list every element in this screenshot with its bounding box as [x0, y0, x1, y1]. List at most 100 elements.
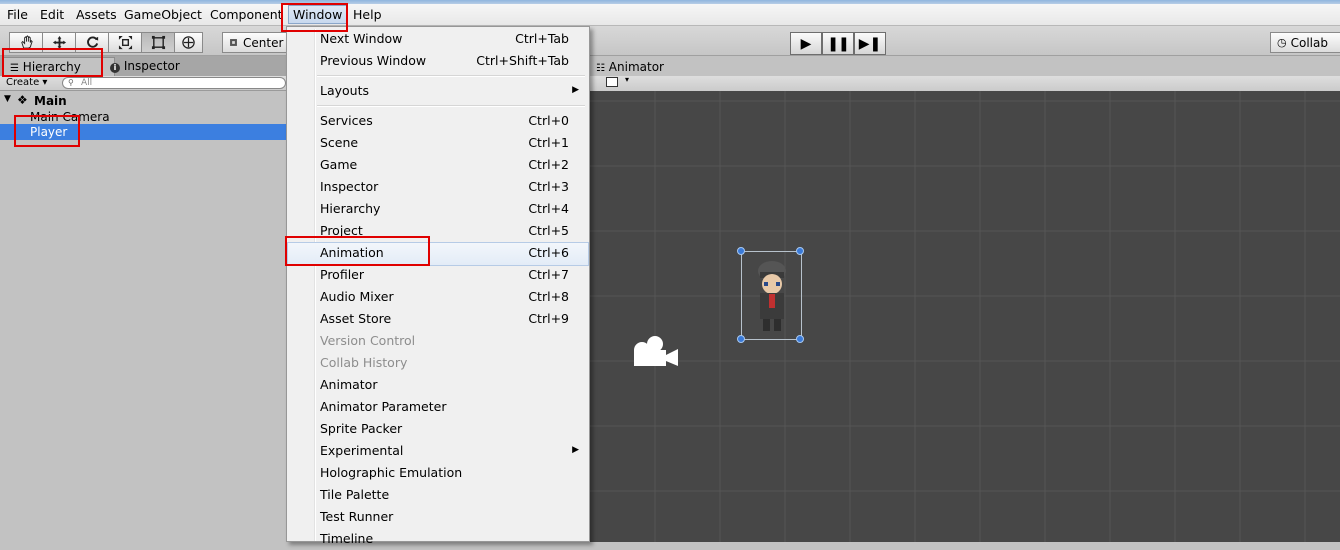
menu-item-label: Test Runner — [320, 509, 394, 524]
menu-item-timeline[interactable]: Timeline — [287, 528, 589, 550]
menu-item-shortcut: Ctrl+4 — [528, 201, 569, 216]
menu-item-layouts[interactable]: Layouts ▶ — [287, 80, 589, 102]
menu-item-label: Timeline — [320, 531, 374, 546]
scene-name: Main — [34, 94, 67, 108]
annotation-window-menu — [281, 3, 348, 32]
expand-arrow-icon[interactable]: ▼ — [4, 94, 11, 104]
menu-item-label: Asset Store — [320, 311, 392, 326]
menu-item-shortcut: Ctrl+7 — [528, 267, 569, 282]
menu-assets[interactable]: Assets — [76, 7, 117, 22]
menu-item-shortcut: Ctrl+9 — [528, 311, 569, 326]
menu-item-scene[interactable]: Scene Ctrl+1 — [287, 132, 589, 154]
collab-label: Collab — [1290, 35, 1328, 50]
menu-item-services[interactable]: Services Ctrl+0 — [287, 110, 589, 132]
menu-item-label: Profiler — [320, 267, 365, 282]
dropdown-arrow-icon[interactable]: ▾ — [625, 75, 629, 84]
annotation-hierarchy-tab — [2, 48, 103, 77]
search-placeholder: All — [81, 78, 93, 88]
menu-gameobject[interactable]: GameObject — [124, 7, 202, 22]
menu-item-tile-palette[interactable]: Tile Palette — [287, 484, 589, 506]
collab-button[interactable]: ◷ Collab — [1270, 32, 1340, 53]
menu-item-label: Inspector — [320, 179, 379, 194]
rect-icon — [151, 35, 165, 50]
menu-item-version-control: Version Control — [287, 330, 589, 352]
menu-item-label: Audio Mixer — [320, 289, 394, 304]
create-label: Create — [6, 77, 40, 88]
menu-item-animator-parameter[interactable]: Animator Parameter — [287, 396, 589, 418]
menu-item-shortcut: Ctrl+Tab — [515, 31, 569, 46]
play-button[interactable]: ▶ — [790, 32, 822, 55]
menu-item-sprite-packer[interactable]: Sprite Packer — [287, 418, 589, 440]
tab-inspector-label: Inspector — [123, 59, 180, 73]
menu-item-inspector[interactable]: Inspector Ctrl+3 — [287, 176, 589, 198]
menu-item-label: Version Control — [320, 333, 416, 348]
pivot-center-toggle[interactable]: Center — [222, 32, 293, 53]
menu-help[interactable]: Help — [353, 7, 382, 22]
menu-item-shortcut: Ctrl+Shift+Tab — [476, 53, 569, 68]
pause-icon: ❚❚ — [827, 35, 849, 52]
pivot-label: Center — [243, 35, 284, 50]
step-icon: ▶❚ — [858, 35, 882, 52]
menu-edit[interactable]: Edit — [40, 7, 64, 22]
camera-gizmo-icon[interactable] — [630, 333, 682, 373]
annotation-player-item — [14, 115, 80, 147]
menu-file[interactable]: File — [7, 7, 28, 22]
menu-item-holographic-emulation[interactable]: Holographic Emulation — [287, 462, 589, 484]
scene-panel-header: ☷ Animator ▾ — [590, 56, 1340, 92]
menu-item-experimental[interactable]: Experimental ▶ — [287, 440, 589, 462]
pivot-icon — [230, 39, 237, 46]
create-dropdown[interactable]: Create ▾ — [6, 77, 47, 88]
menu-item-label: Layouts — [320, 83, 370, 98]
menu-item-label: Next Window — [320, 31, 403, 46]
image-icon[interactable] — [606, 77, 618, 87]
menu-item-asset-store[interactable]: Asset Store Ctrl+9 — [287, 308, 589, 330]
menu-item-label: Scene — [320, 135, 359, 150]
collab-icon: ◷ — [1277, 36, 1287, 49]
menu-component[interactable]: Component — [210, 7, 283, 22]
handle-bottom-left[interactable] — [737, 335, 745, 343]
menu-item-label: Tile Palette — [320, 487, 390, 502]
play-icon: ▶ — [800, 35, 812, 52]
menu-item-label: Collab History — [320, 355, 408, 370]
submenu-arrow-icon: ▶ — [572, 85, 579, 95]
handle-top-left[interactable] — [737, 247, 745, 255]
rect-tool-button[interactable] — [141, 32, 175, 53]
player-sprite-selection[interactable] — [741, 251, 802, 340]
menu-item-animator[interactable]: Animator — [287, 374, 589, 396]
menu-item-label: Animator — [320, 377, 378, 392]
menu-item-previous-window[interactable]: Previous Window Ctrl+Shift+Tab — [287, 50, 589, 72]
animator-icon: ☷ — [596, 63, 605, 74]
menu-item-hierarchy[interactable]: Hierarchy Ctrl+4 — [287, 198, 589, 220]
menu-item-label: Game — [320, 157, 358, 172]
menu-item-label: Hierarchy — [320, 201, 381, 216]
hierarchy-search-input[interactable]: ⚲ All — [62, 77, 286, 89]
scene-view[interactable] — [590, 91, 1340, 542]
scene-toolstrip: ▾ — [590, 75, 1340, 92]
menu-item-test-runner[interactable]: Test Runner — [287, 506, 589, 528]
menu-separator — [317, 75, 585, 77]
menu-item-collab-history: Collab History — [287, 352, 589, 374]
menu-item-audio-mixer[interactable]: Audio Mixer Ctrl+8 — [287, 286, 589, 308]
main-toolbar: Center ▶ ❚❚ ▶❚ ◷ Collab — [0, 26, 1340, 56]
scale-tool-button[interactable] — [108, 32, 142, 53]
handle-bottom-right[interactable] — [796, 335, 804, 343]
tab-animator-label: Animator — [608, 60, 664, 74]
step-button[interactable]: ▶❚ — [854, 32, 886, 55]
menu-item-label: Holographic Emulation — [320, 465, 463, 480]
handle-top-right[interactable] — [796, 247, 804, 255]
player-sprite — [758, 261, 786, 331]
menu-item-shortcut: Ctrl+3 — [528, 179, 569, 194]
tab-inspector[interactable]: i Inspector — [104, 57, 186, 78]
menu-separator — [317, 105, 585, 107]
pause-button[interactable]: ❚❚ — [822, 32, 854, 55]
menu-item-label: Sprite Packer — [320, 421, 403, 436]
menu-item-label: Animator Parameter — [320, 399, 447, 414]
info-icon: i — [110, 63, 120, 73]
menu-bar: File Edit Assets GameObject Component Wi… — [0, 4, 1340, 26]
menu-item-shortcut: Ctrl+2 — [528, 157, 569, 172]
menu-item-label: Experimental — [320, 443, 404, 458]
menu-item-profiler[interactable]: Profiler Ctrl+7 — [287, 264, 589, 286]
transform-icon — [182, 36, 195, 49]
menu-item-game[interactable]: Game Ctrl+2 — [287, 154, 589, 176]
transform-tool-button[interactable] — [174, 32, 203, 53]
